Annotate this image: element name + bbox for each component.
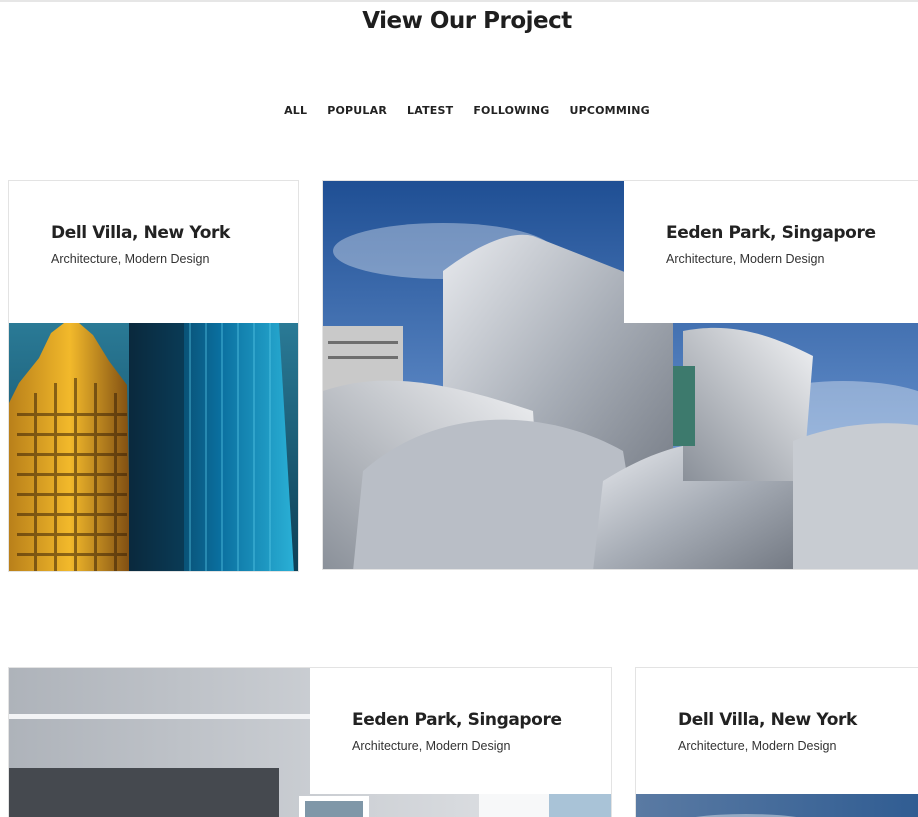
project-title[interactable]: Eeden Park, Singapore — [352, 710, 611, 730]
project-card[interactable]: Dell Villa, New York Architecture, Moder… — [635, 667, 918, 817]
project-card-info: Eeden Park, Singapore Architecture, Mode… — [310, 668, 611, 794]
project-card[interactable]: Dell Villa, New York Architecture, Moder… — [8, 180, 299, 572]
project-card-info: Eeden Park, Singapore Architecture, Mode… — [624, 181, 918, 323]
project-category: Architecture, Modern Design — [666, 252, 825, 266]
filter-following[interactable]: FOLLOWING — [473, 104, 549, 117]
project-category: Architecture, Modern Design — [352, 739, 511, 753]
project-category: Architecture, Modern Design — [51, 252, 210, 266]
filter-latest[interactable]: LATEST — [407, 104, 453, 117]
top-divider — [0, 0, 918, 2]
skyscrapers-photo — [9, 323, 298, 571]
filter-upcomming[interactable]: UPCOMMING — [569, 104, 649, 117]
project-title[interactable]: Eeden Park, Singapore — [666, 223, 918, 243]
project-card-info: Dell Villa, New York Architecture, Moder… — [636, 668, 918, 794]
sky-photo — [636, 794, 918, 817]
section-title: View Our Project — [362, 8, 572, 34]
project-card[interactable]: Eeden Park, Singapore Architecture, Mode… — [322, 180, 918, 570]
filter-all[interactable]: ALL — [284, 104, 307, 117]
project-category: Architecture, Modern Design — [678, 739, 837, 753]
project-card[interactable]: Eeden Park, Singapore Architecture, Mode… — [8, 667, 612, 817]
project-card-info: Dell Villa, New York Architecture, Moder… — [9, 181, 298, 323]
project-title[interactable]: Dell Villa, New York — [678, 710, 918, 730]
project-filter-nav: ALL POPULAR LATEST FOLLOWING UPCOMMING — [0, 104, 918, 117]
filter-popular[interactable]: POPULAR — [327, 104, 387, 117]
project-title[interactable]: Dell Villa, New York — [51, 223, 298, 243]
